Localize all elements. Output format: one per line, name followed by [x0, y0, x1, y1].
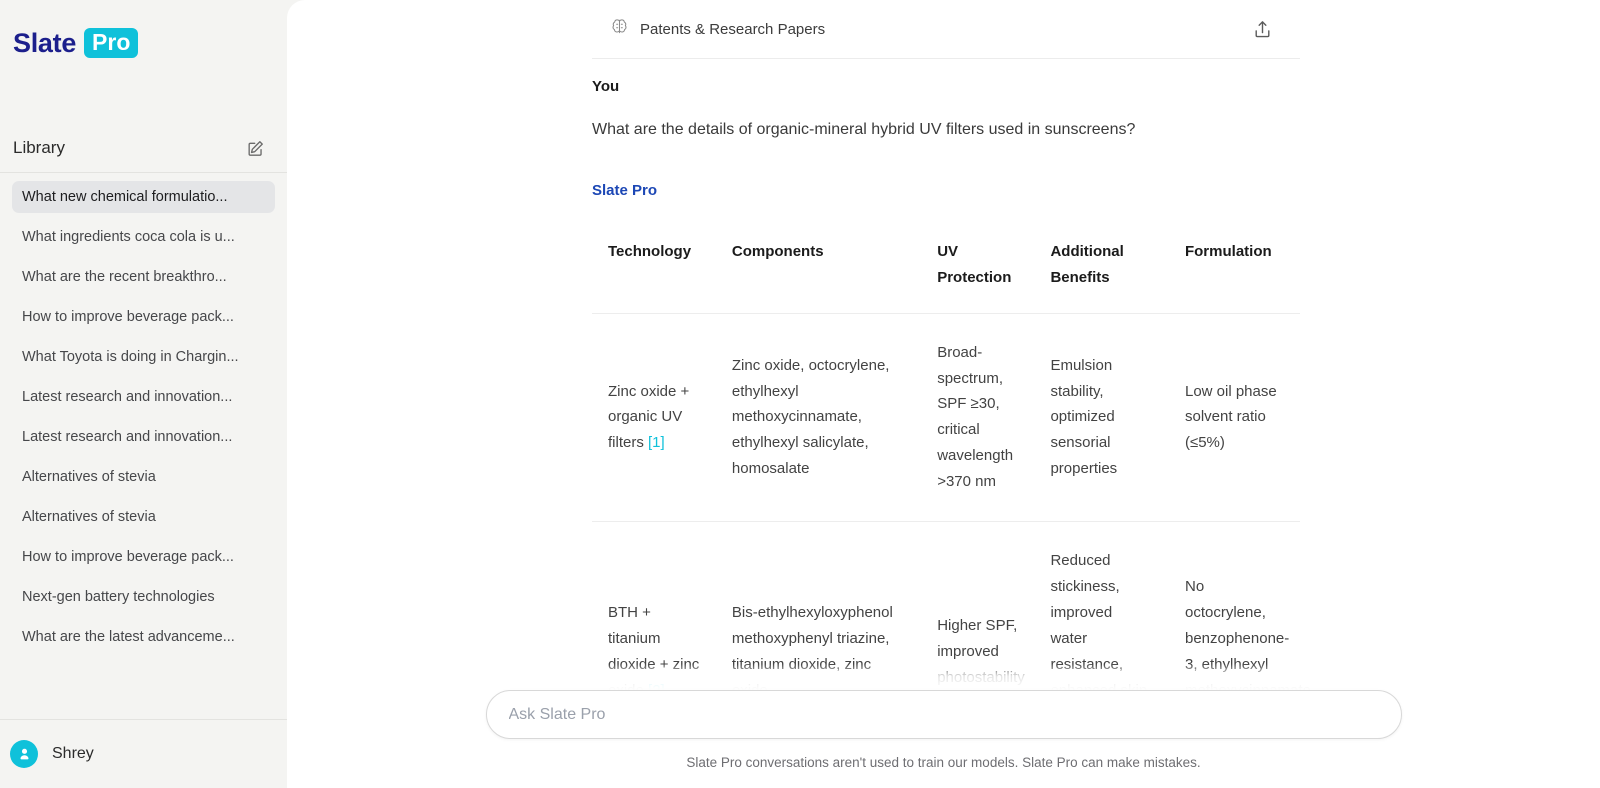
table-header-additional-benefits: Additional Benefits: [1034, 225, 1169, 314]
history-item-11[interactable]: What are the latest advanceme...: [12, 621, 275, 653]
logo-text-slate: Slate: [13, 27, 77, 58]
composer-box[interactable]: [485, 690, 1402, 739]
history-item-label: What are the latest advanceme...: [22, 629, 235, 645]
history-item-7[interactable]: Alternatives of stevia: [12, 461, 275, 493]
cell-additional-benefits: Emulsion stability, optimized sensorial …: [1034, 313, 1169, 523]
composer-area: Slate Pro conversations aren't used to t…: [287, 664, 1600, 788]
cell-uv-protection: Broad-spectrum, SPF ≥30, critical wavele…: [921, 313, 1035, 523]
app-logo[interactable]: Slate Pro: [0, 0, 287, 62]
user-profile-row[interactable]: Shrey: [0, 720, 287, 788]
logo-badge-pro: Pro: [84, 28, 139, 58]
chat-mode-indicator[interactable]: Patents & Research Papers: [610, 17, 825, 41]
message-role-user: You: [592, 78, 620, 95]
citation-link[interactable]: [1]: [648, 434, 665, 451]
table-header-components: Components: [715, 225, 922, 314]
history-item-label: What are the recent breakthro...: [22, 269, 227, 285]
table-header-uv-protection: UV Protection: [921, 225, 1035, 314]
history-item-label: Latest research and innovation...: [22, 389, 233, 405]
table-header-formulation: Formulation: [1168, 225, 1300, 314]
history-item-label: Alternatives of stevia: [22, 469, 156, 485]
history-item-label: What new chemical formulatio...: [22, 189, 228, 205]
history-item-6[interactable]: Latest research and innovation...: [12, 421, 275, 453]
chat-mode-title: Patents & Research Papers: [640, 20, 826, 38]
user-name-label: Shrey: [52, 745, 94, 762]
user-avatar-icon: [10, 740, 38, 768]
table-header: Technology Components UV Protection Addi…: [592, 225, 1300, 314]
history-item-label: What ingredients coca cola is u...: [22, 229, 235, 245]
main-content-panel: Patents & Research Papers You What are t…: [287, 0, 1600, 788]
history-item-9[interactable]: How to improve beverage pack...: [12, 541, 275, 573]
table-header-technology: Technology: [592, 225, 716, 314]
history-item-10[interactable]: Next-gen battery technologies: [12, 581, 275, 613]
compose-edit-icon[interactable]: [243, 136, 267, 160]
history-item-1[interactable]: What ingredients coca cola is u...: [12, 221, 275, 253]
table-row: Zinc oxide + organic UV filters [1] Zinc…: [592, 313, 1300, 523]
cell-formulation: Low oil phase solvent ratio (≤5%): [1168, 313, 1300, 523]
table-header-row: Technology Components UV Protection Addi…: [592, 225, 1300, 314]
sidebar: Slate Pro Library What new chemical form…: [0, 0, 287, 788]
library-header: Library: [0, 124, 287, 172]
brain-icon: [610, 17, 629, 41]
history-item-2[interactable]: What are the recent breakthro...: [12, 261, 275, 293]
library-title: Library: [13, 138, 65, 157]
history-item-0[interactable]: What new chemical formulatio...: [12, 181, 275, 213]
history-item-label: Alternatives of stevia: [22, 509, 156, 525]
history-item-3[interactable]: How to improve beverage pack...: [12, 301, 275, 333]
history-item-label: Latest research and innovation...: [22, 429, 233, 445]
share-upload-icon[interactable]: [1248, 15, 1276, 43]
cell-technology: Zinc oxide + organic UV filters [1]: [592, 313, 716, 523]
history-item-label: How to improve beverage pack...: [22, 309, 234, 325]
message-role-assistant: Slate Pro: [592, 182, 658, 199]
history-item-8[interactable]: Alternatives of stevia: [12, 501, 275, 533]
history-item-label: What Toyota is doing in Chargin...: [22, 349, 239, 365]
history-item-5[interactable]: Latest research and innovation...: [12, 381, 275, 413]
conversation-history-list: What new chemical formulatio... What ing…: [0, 173, 287, 719]
cell-components: Zinc oxide, octocrylene, ethylhexyl meth…: [715, 313, 922, 523]
message-text-user: What are the details of organic-mineral …: [592, 121, 1136, 138]
app-root: Slate Pro Library What new chemical form…: [0, 0, 1600, 788]
composer-disclaimer: Slate Pro conversations aren't used to t…: [686, 755, 1201, 770]
history-item-4[interactable]: What Toyota is doing in Chargin...: [12, 341, 275, 373]
history-item-label: How to improve beverage pack...: [22, 549, 234, 565]
search-input[interactable]: [508, 705, 1379, 724]
history-item-label: Next-gen battery technologies: [22, 589, 215, 605]
chat-header: Patents & Research Papers: [592, 0, 1300, 59]
